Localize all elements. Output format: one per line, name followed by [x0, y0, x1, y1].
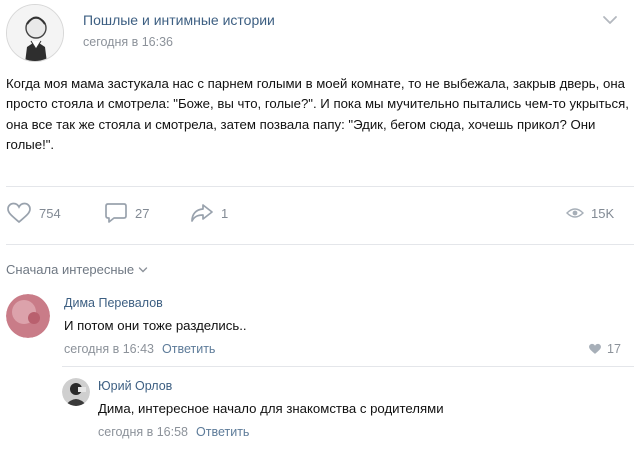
share-count: 1 [221, 205, 229, 221]
comment-like-count: 17 [607, 342, 621, 356]
views-count: 15K [591, 205, 615, 221]
divider [62, 366, 634, 367]
views-counter: 15K [566, 201, 614, 225]
comment-count: 27 [135, 205, 150, 221]
comment-icon [105, 203, 127, 223]
group-avatar-image [7, 5, 63, 61]
comment-button[interactable]: 27 [104, 201, 149, 225]
reply-button[interactable]: Ответить [196, 425, 249, 439]
comment-time[interactable]: сегодня в 16:43 [64, 342, 154, 356]
chevron-down-icon[interactable] [602, 14, 618, 26]
like-button[interactable]: 754 [6, 201, 61, 225]
group-name[interactable]: Пошлые и интимные истории [83, 12, 275, 28]
comment-meta: сегодня в 16:58 Ответить [98, 425, 249, 439]
avatar-image [6, 294, 50, 338]
post-actions: 754 27 1 15K [0, 195, 640, 231]
comment-time[interactable]: сегодня в 16:58 [98, 425, 188, 439]
sort-label: Сначала интересные [6, 262, 135, 277]
divider [6, 186, 634, 187]
heart-icon [7, 202, 31, 224]
reply-button[interactable]: Ответить [162, 342, 215, 356]
share-button[interactable]: 1 [190, 201, 228, 225]
comment-text: Дима, интересное начало для знакомства с… [98, 401, 444, 416]
comment-like-button[interactable]: 17 [588, 342, 621, 356]
avatar[interactable] [62, 378, 90, 406]
like-count: 754 [39, 205, 61, 221]
comment-meta: сегодня в 16:43 Ответить [64, 342, 215, 356]
comment-text: И потом они тоже разделись.. [64, 318, 247, 333]
avatar[interactable] [6, 294, 50, 338]
share-icon [191, 204, 213, 222]
divider [6, 244, 634, 245]
group-avatar[interactable] [6, 4, 64, 62]
eye-icon [566, 208, 584, 218]
post-text: Когда моя мама застукала нас с парнем го… [6, 76, 629, 152]
comment-author[interactable]: Дима Перевалов [64, 296, 163, 310]
chevron-down-icon [138, 266, 148, 272]
comment-author[interactable]: Юрий Орлов [98, 379, 172, 393]
heart-icon [589, 343, 601, 354]
post-time[interactable]: сегодня в 16:36 [83, 35, 173, 49]
avatar-image [62, 378, 90, 406]
comment-sort-dropdown[interactable]: Сначала интересные [6, 262, 148, 277]
post-header: Пошлые и интимные истории сегодня в 16:3… [0, 0, 640, 70]
